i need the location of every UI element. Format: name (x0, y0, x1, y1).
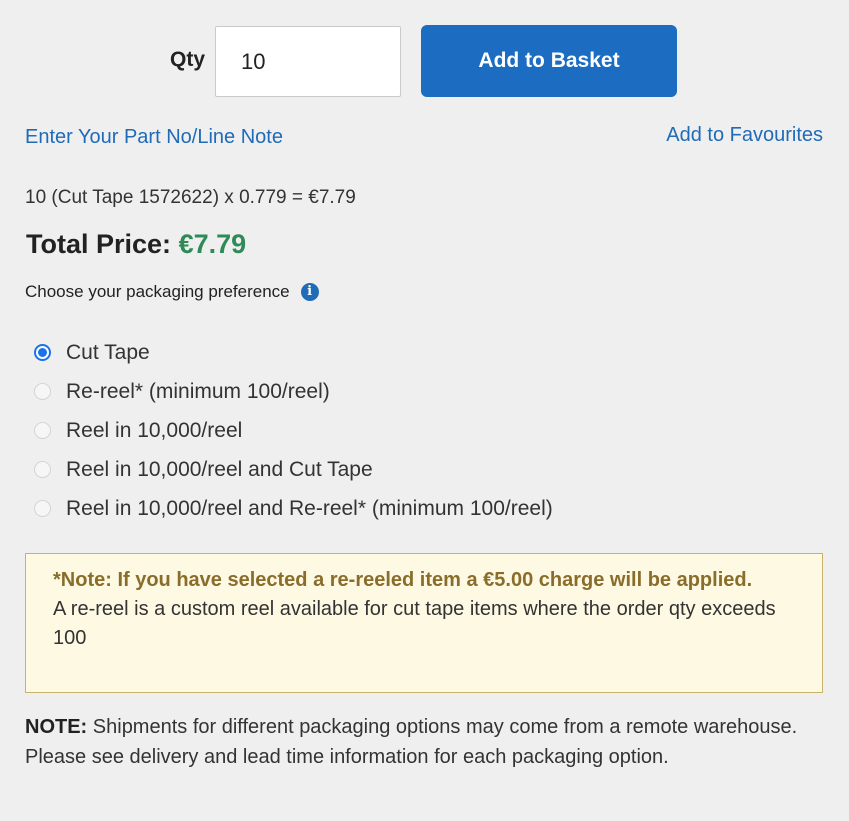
option-label: Re-reel* (minimum 100/reel) (66, 379, 330, 403)
add-to-basket-button[interactable]: Add to Basket (421, 25, 677, 97)
add-to-favourites-link[interactable]: Add to Favourites (666, 124, 823, 147)
packaging-preference: Choose your packaging preference i (25, 282, 319, 302)
packaging-prompt: Choose your packaging preference (25, 282, 290, 301)
qty-input[interactable] (215, 26, 401, 97)
packaging-option-reel[interactable]: Reel in 10,000/reel (34, 411, 553, 450)
packaging-option-cut-tape[interactable]: Cut Tape (34, 333, 553, 372)
packaging-option-reel-and-cut-tape[interactable]: Reel in 10,000/reel and Cut Tape (34, 450, 553, 489)
total-price-amount: €7.79 (178, 229, 247, 259)
radio-button[interactable] (34, 383, 51, 400)
shipment-note-text: Shipments for different packaging option… (25, 716, 798, 768)
radio-button[interactable] (34, 500, 51, 517)
shipment-note: NOTE: Shipments for different packaging … (25, 712, 835, 772)
re-reel-charge-note: *Note: If you have selected a re-reeled … (53, 569, 753, 591)
price-calculation: 10 (Cut Tape 1572622) x 0.779 = €7.79 (25, 187, 356, 208)
option-label: Reel in 10,000/reel (66, 418, 243, 442)
shipment-note-label: NOTE: (25, 716, 88, 738)
packaging-option-reel-and-re-reel[interactable]: Reel in 10,000/reel and Re-reel* (minimu… (34, 489, 553, 528)
total-price-label: Total Price: (26, 229, 172, 259)
packaging-option-re-reel[interactable]: Re-reel* (minimum 100/reel) (34, 372, 553, 411)
radio-button[interactable] (34, 461, 51, 478)
packaging-options: Cut Tape Re-reel* (minimum 100/reel) Ree… (34, 333, 553, 528)
re-reel-description: A re-reel is a custom reel available for… (53, 598, 776, 649)
radio-button[interactable] (34, 344, 51, 361)
option-label: Cut Tape (66, 340, 150, 364)
option-label: Reel in 10,000/reel and Re-reel* (minimu… (66, 496, 553, 520)
info-icon[interactable]: i (300, 283, 319, 301)
re-reel-note: *Note: If you have selected a re-reeled … (25, 553, 823, 693)
qty-label: Qty (170, 48, 206, 71)
total-price: Total Price: €7.79 (26, 229, 246, 260)
part-note-link[interactable]: Enter Your Part No/Line Note (25, 126, 283, 149)
option-label: Reel in 10,000/reel and Cut Tape (66, 457, 373, 481)
radio-button[interactable] (34, 422, 51, 439)
